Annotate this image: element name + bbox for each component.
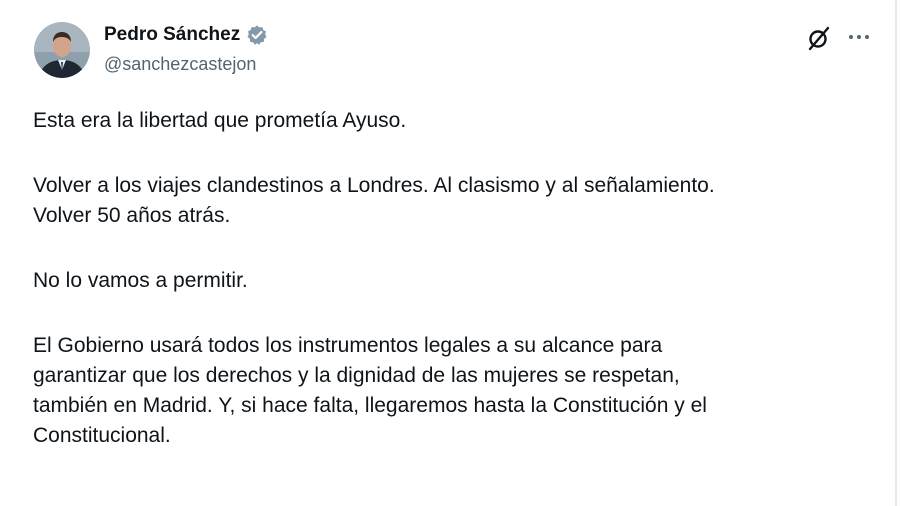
post-card[interactable]: Pedro Sánchez @sanchezcastejon Esta era … xyxy=(0,0,897,506)
author-name[interactable]: Pedro Sánchez xyxy=(104,24,240,46)
verified-badge-icon[interactable] xyxy=(246,24,268,46)
post-body: Esta era la libertad que prometía Ayuso.… xyxy=(33,106,883,451)
post-paragraph-2-line-2: Volver 50 años atrás. xyxy=(33,204,231,227)
post-paragraph-4-line-4: Constitucional. xyxy=(33,424,171,447)
post-paragraph-4-line-2: garantizar que los derechos y la dignida… xyxy=(33,364,680,387)
post-paragraph-4-line-3: también en Madrid. Y, si hace falta, lle… xyxy=(33,394,707,417)
post-paragraph-1: Esta era la libertad que prometía Ayuso. xyxy=(33,109,407,132)
grok-icon[interactable] xyxy=(806,25,832,51)
more-horizontal-icon[interactable] xyxy=(846,24,872,50)
avatar[interactable] xyxy=(34,22,90,78)
author-handle[interactable]: @sanchezcastejon xyxy=(104,54,256,75)
author-name-row: Pedro Sánchez xyxy=(104,24,268,46)
post-paragraph-4-line-1: El Gobierno usará todos los instrumentos… xyxy=(33,334,663,357)
profile-photo-icon xyxy=(34,22,90,78)
post-paragraph-2-line-1: Volver a los viajes clandestinos a Londr… xyxy=(33,174,715,197)
post-paragraph-3: No lo vamos a permitir. xyxy=(33,269,248,292)
